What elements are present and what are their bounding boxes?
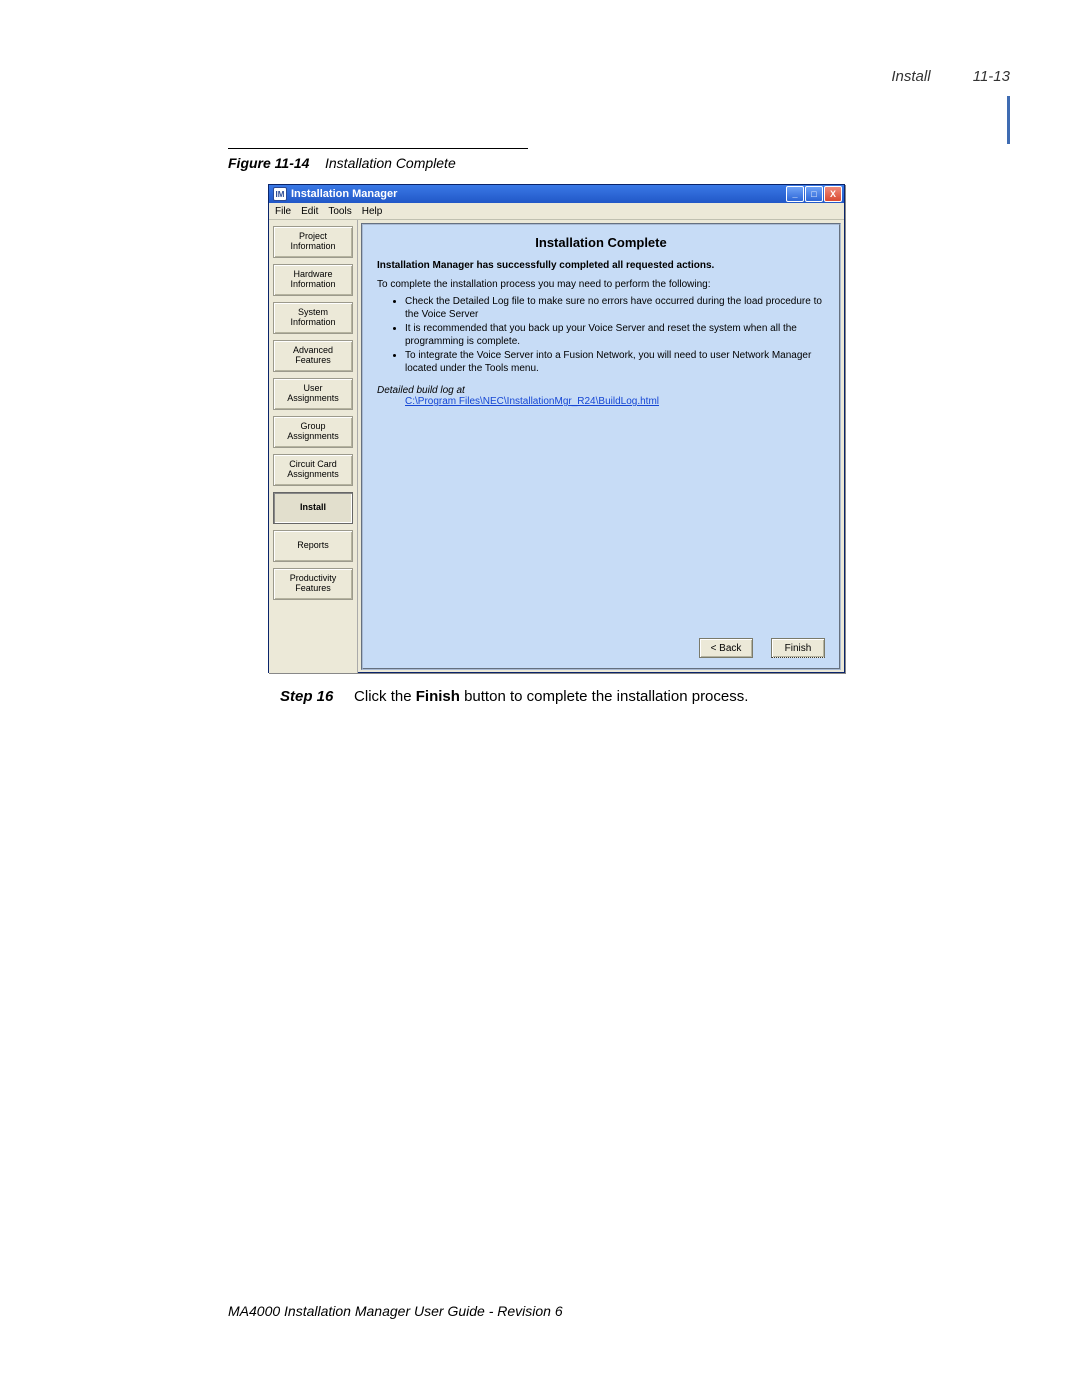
step-bold: Finish <box>416 688 460 705</box>
bullet-3: To integrate the Voice Server into a Fus… <box>405 350 825 375</box>
installation-manager-window: IM Installation Manager _ □ X File Edit … <box>268 184 845 673</box>
menu-edit[interactable]: Edit <box>301 206 318 217</box>
content-pane: Installation Complete Installation Manag… <box>361 223 841 670</box>
nav-project-information[interactable]: Project Information <box>273 226 353 258</box>
menu-help[interactable]: Help <box>362 206 383 217</box>
nav-advanced-features[interactable]: Advanced Features <box>273 340 353 372</box>
build-log-link[interactable]: C:\Program Files\NEC\InstallationMgr_R24… <box>405 396 825 407</box>
window-controls: _ □ X <box>786 186 842 202</box>
log-heading: Detailed build log at <box>377 385 825 396</box>
content-title: Installation Complete <box>377 235 825 250</box>
app-body: Project Information Hardware Information… <box>269 220 844 673</box>
header-section: Install <box>891 68 930 85</box>
success-message: Installation Manager has successfully co… <box>377 260 825 271</box>
nav-group-assignments[interactable]: Group Assignments <box>273 416 353 448</box>
header-page-number: 11-13 <box>973 68 1010 85</box>
window-titlebar[interactable]: IM Installation Manager _ □ X <box>269 185 844 203</box>
nav-productivity-features[interactable]: Productivity Features <box>273 568 353 600</box>
figure-caption: Figure 11-14 Installation Complete <box>228 155 456 171</box>
figure-title: Installation Complete <box>325 155 456 171</box>
titlebar-left: IM Installation Manager <box>273 187 397 201</box>
minimize-button[interactable]: _ <box>786 186 804 202</box>
sidebar: Project Information Hardware Information… <box>269 220 358 673</box>
step-text-after: button to complete the installation proc… <box>464 688 748 705</box>
step-instruction: Step 16 Click the Finish button to compl… <box>280 688 840 705</box>
nav-reports[interactable]: Reports <box>273 530 353 562</box>
menu-bar: File Edit Tools Help <box>269 203 844 220</box>
app-icon: IM <box>273 187 287 201</box>
bullet-list: Check the Detailed Log file to make sure… <box>405 296 825 377</box>
finish-button[interactable]: Finish <box>771 638 825 658</box>
page-footer: MA4000 Installation Manager User Guide -… <box>228 1303 563 1319</box>
bullet-2: It is recommended that you back up your … <box>405 323 825 348</box>
step-text-before: Click the <box>354 688 416 705</box>
running-header: Install 11-13 <box>891 68 1010 85</box>
step-label: Step 16 <box>280 688 333 705</box>
bullet-1: Check the Detailed Log file to make sure… <box>405 296 825 321</box>
nav-circuit-card-assignments[interactable]: Circuit Card Assignments <box>273 454 353 486</box>
figure-label: Figure 11-14 <box>228 155 309 171</box>
nav-user-assignments[interactable]: User Assignments <box>273 378 353 410</box>
back-button[interactable]: < Back <box>699 638 753 658</box>
close-button[interactable]: X <box>824 186 842 202</box>
menu-tools[interactable]: Tools <box>328 206 351 217</box>
figure-rule <box>228 148 528 149</box>
wizard-buttons: < Back Finish <box>699 638 825 658</box>
menu-file[interactable]: File <box>275 206 291 217</box>
nav-install[interactable]: Install <box>273 492 353 524</box>
maximize-button[interactable]: □ <box>805 186 823 202</box>
nav-system-information[interactable]: System Information <box>273 302 353 334</box>
nav-hardware-information[interactable]: Hardware Information <box>273 264 353 296</box>
header-accent-rule <box>1007 96 1010 144</box>
window-title: Installation Manager <box>291 188 397 200</box>
intro-text: To complete the installation process you… <box>377 279 825 290</box>
